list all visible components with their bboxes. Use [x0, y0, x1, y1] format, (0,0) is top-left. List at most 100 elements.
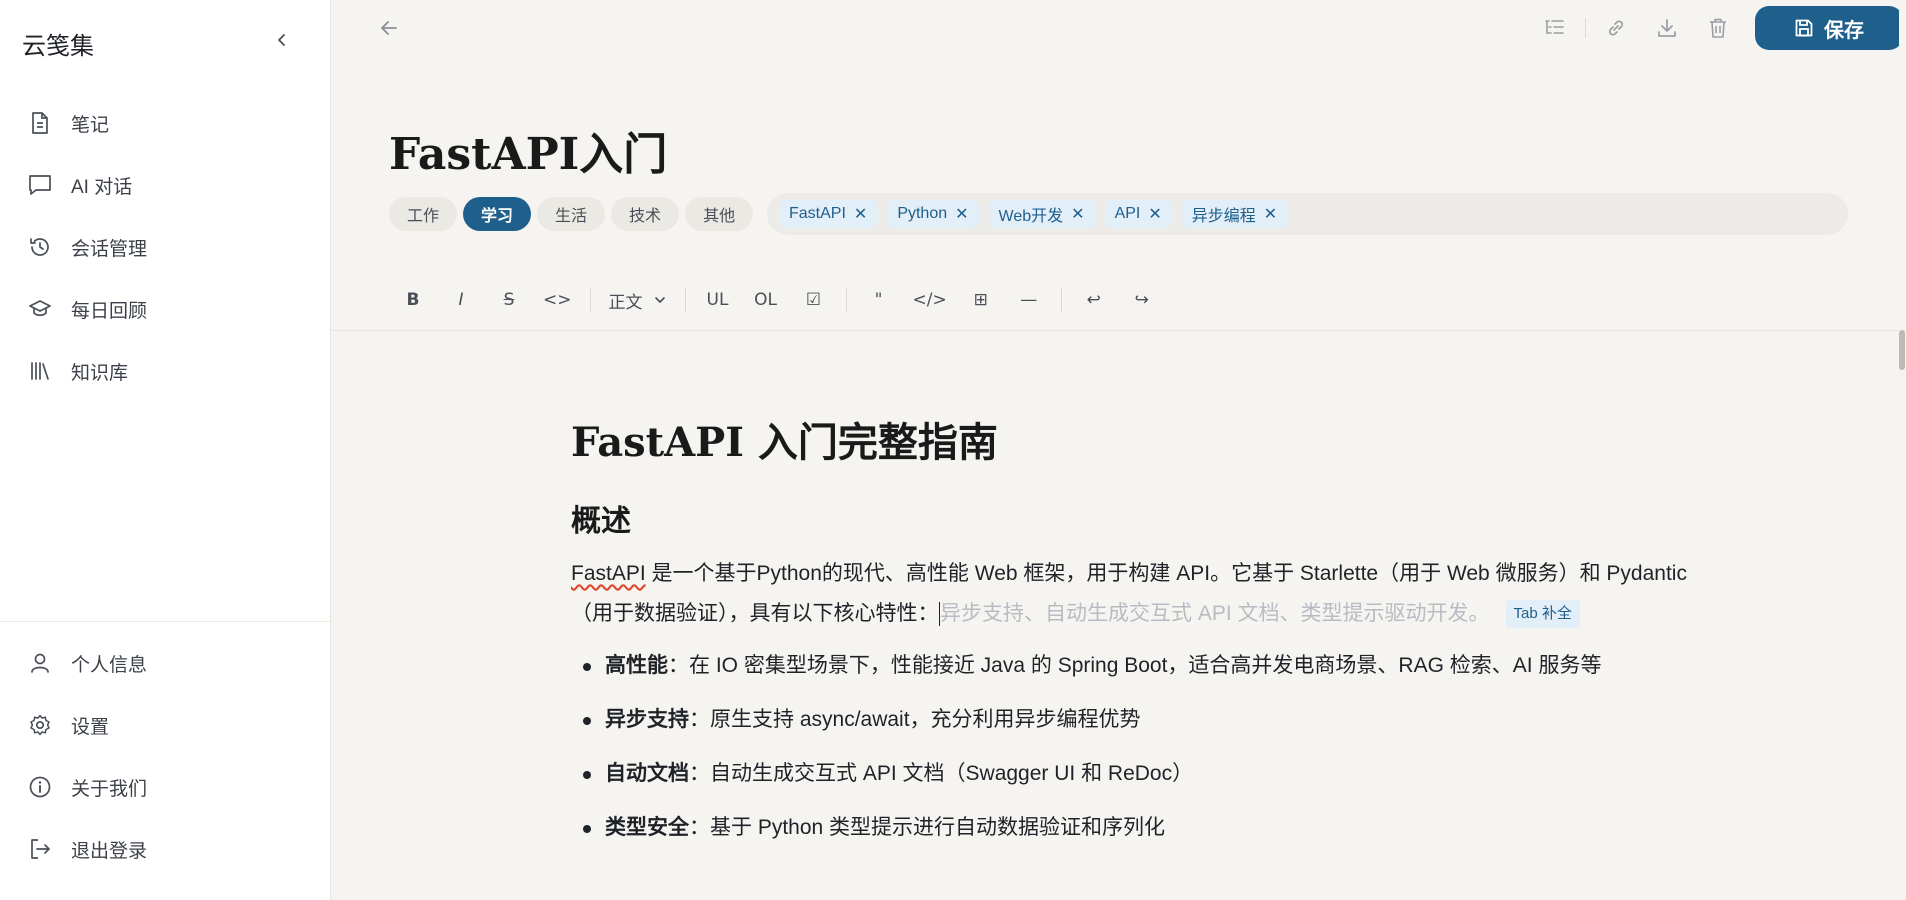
undo-button[interactable]: ↩: [1070, 280, 1118, 320]
code-block-button[interactable]: </>: [903, 280, 957, 320]
tab-complete-hint[interactable]: Tab 补全: [1505, 600, 1580, 629]
sidebar-item-label: 设置: [71, 716, 110, 738]
heading-select[interactable]: 正文: [599, 280, 677, 320]
content-heading-1: FastAPI 入门完整指南: [571, 419, 998, 466]
sidebar-item-label: 关于我们: [71, 778, 148, 800]
chat-icon: [27, 172, 53, 198]
tag-label: Web开发: [998, 208, 1064, 225]
remove-tag-icon[interactable]: ✕: [1264, 204, 1277, 224]
remove-tag-icon[interactable]: ✕: [1071, 204, 1084, 224]
ordered-list-button[interactable]: OL: [742, 280, 790, 320]
app-brand: 云笺集: [22, 32, 94, 60]
horizontal-rule-button[interactable]: —: [1005, 280, 1053, 320]
content-paragraph: FastAPI 是一个基于Python的现代、高性能 Web 框架，用于构建 A…: [571, 554, 1701, 634]
ai-suggestion-text: 异步支持、自动生成交互式 API 文档、类型提示驱动开发。: [940, 602, 1490, 625]
inline-code-button[interactable]: <>: [533, 280, 582, 320]
tag-chip: Python ✕: [887, 200, 979, 228]
note-title[interactable]: FastAPI入门: [389, 118, 667, 182]
tag-label: 异步编程: [1191, 208, 1256, 225]
task-list-button[interactable]: ☑: [790, 280, 838, 320]
remove-tag-icon[interactable]: ✕: [854, 204, 867, 224]
sidebar-item-ai-chat[interactable]: AI 对话: [0, 154, 331, 216]
trash-icon: [1710, 18, 1726, 38]
delete-button[interactable]: [1704, 14, 1732, 42]
sidebar: 云笺集 笔记 AI 对话 会话管理 每日回顾 知识库 个人信息 设置 关于我们 …: [0, 0, 331, 900]
list-item: 类型安全：基于 Python 类型提示进行自动数据验证和序列化: [571, 808, 1671, 848]
sidebar-item-profile[interactable]: 个人信息: [0, 632, 331, 694]
history-icon: [27, 234, 53, 260]
gear-icon: [27, 712, 53, 738]
sidebar-item-label: 个人信息: [71, 654, 148, 676]
sidebar-nav: 笔记 AI 对话 会话管理 每日回顾 知识库: [0, 92, 331, 402]
bold-button[interactable]: B: [389, 280, 437, 320]
scrollbar-track[interactable]: [1899, 0, 1906, 900]
chevron-down-icon: [654, 297, 665, 303]
tag-chip: API ✕: [1104, 200, 1172, 228]
tag-label: API: [1114, 205, 1141, 222]
sidebar-item-logout[interactable]: 退出登录: [0, 818, 331, 880]
toolbar-bottom-border: [331, 330, 1899, 331]
sidebar-item-knowledge-base[interactable]: 知识库: [0, 340, 331, 402]
blockquote-button[interactable]: ": [855, 280, 903, 320]
library-icon: [27, 358, 53, 384]
toolbar-divider: [1060, 288, 1062, 312]
tag-chip: Web开发 ✕: [988, 200, 1095, 228]
download-button[interactable]: [1653, 14, 1681, 42]
table-button[interactable]: ⊞: [957, 280, 1005, 320]
remove-tag-icon[interactable]: ✕: [1148, 204, 1161, 224]
editor-topbar: 保存: [331, 0, 1906, 56]
note-icon: [27, 110, 53, 136]
redo-button[interactable]: ↪: [1118, 280, 1166, 320]
toolbar-divider: [1585, 18, 1586, 38]
back-button[interactable]: [375, 14, 403, 42]
strikethrough-button[interactable]: S: [485, 280, 533, 320]
copy-link-button[interactable]: [1602, 14, 1630, 42]
category-chip-work[interactable]: 工作: [389, 197, 458, 231]
content-heading-2: 概述: [571, 504, 631, 539]
sidebar-item-label: 会话管理: [71, 238, 148, 260]
tag-chip: FastAPI ✕: [779, 200, 878, 228]
sidebar-item-label: 退出登录: [71, 840, 148, 862]
category-chip-other[interactable]: 其他: [685, 197, 754, 231]
list-item-bold: 异步支持: [605, 708, 689, 731]
list-item-text: ：自动生成交互式 API 文档（Swagger UI 和 ReDoc）: [689, 762, 1194, 785]
sidebar-item-notes[interactable]: 笔记: [0, 92, 331, 154]
editor-main: 保存 FastAPI入门 工作 学习 生活 技术 其他 FastAPI ✕ Py…: [331, 0, 1906, 900]
logout-icon: [27, 836, 53, 862]
list-item-text: ：基于 Python 类型提示进行自动数据验证和序列化: [689, 816, 1166, 839]
list-item: 高性能：在 IO 密集型场景下，性能接近 Java 的 Spring Boot，…: [571, 646, 1671, 686]
list-item-text: ：在 IO 密集型场景下，性能接近 Java 的 Spring Boot，适合高…: [668, 654, 1602, 677]
category-chip-tech[interactable]: 技术: [611, 197, 680, 231]
list-item-bold: 自动文档: [605, 762, 689, 785]
sidebar-bottom-nav: 个人信息 设置 关于我们 退出登录: [0, 621, 331, 880]
save-button-label: 保存: [1824, 19, 1864, 42]
list-item: 自动文档：自动生成交互式 API 文档（Swagger UI 和 ReDoc）: [571, 754, 1671, 794]
feature-list: 高性能：在 IO 密集型场景下，性能接近 Java 的 Spring Boot，…: [571, 646, 1701, 848]
link-icon: [1608, 20, 1624, 36]
scrollbar-thumb[interactable]: [1899, 330, 1905, 370]
heading-select-value: 正文: [608, 292, 643, 313]
bullet-list-button[interactable]: UL: [694, 280, 742, 320]
category-chip-study[interactable]: 学习: [463, 197, 532, 231]
toolbar-divider: [684, 288, 686, 312]
collapse-sidebar-button[interactable]: [270, 28, 294, 52]
sidebar-item-about[interactable]: 关于我们: [0, 756, 331, 818]
sidebar-item-daily-review[interactable]: 每日回顾: [0, 278, 331, 340]
italic-button[interactable]: I: [437, 280, 485, 320]
list-item: 异步支持：原生支持 async/await，充分利用异步编程优势: [571, 700, 1671, 740]
sidebar-item-sessions[interactable]: 会话管理: [0, 216, 331, 278]
sidebar-item-label: 知识库: [71, 362, 129, 384]
list-item-bold: 高性能: [605, 654, 668, 677]
editor-content[interactable]: FastAPI 入门完整指南 概述 FastAPI 是一个基于Python的现代…: [571, 410, 1701, 862]
toolbar-divider: [845, 288, 847, 312]
tags-input[interactable]: FastAPI ✕ Python ✕ Web开发 ✕ API ✕ 异步编程 ✕: [767, 193, 1848, 235]
graduation-cap-icon: [27, 296, 53, 322]
remove-tag-icon[interactable]: ✕: [955, 204, 968, 224]
save-button[interactable]: 保存: [1755, 6, 1903, 50]
sidebar-item-settings[interactable]: 设置: [0, 694, 331, 756]
list-item-text: ：原生支持 async/await，充分利用异步编程优势: [689, 708, 1141, 731]
category-chip-life[interactable]: 生活: [537, 197, 606, 231]
category-selector: 工作 学习 生活 技术 其他: [389, 197, 754, 231]
outline-button[interactable]: [1540, 14, 1568, 42]
spellcheck-word: FastAPI: [571, 562, 646, 585]
